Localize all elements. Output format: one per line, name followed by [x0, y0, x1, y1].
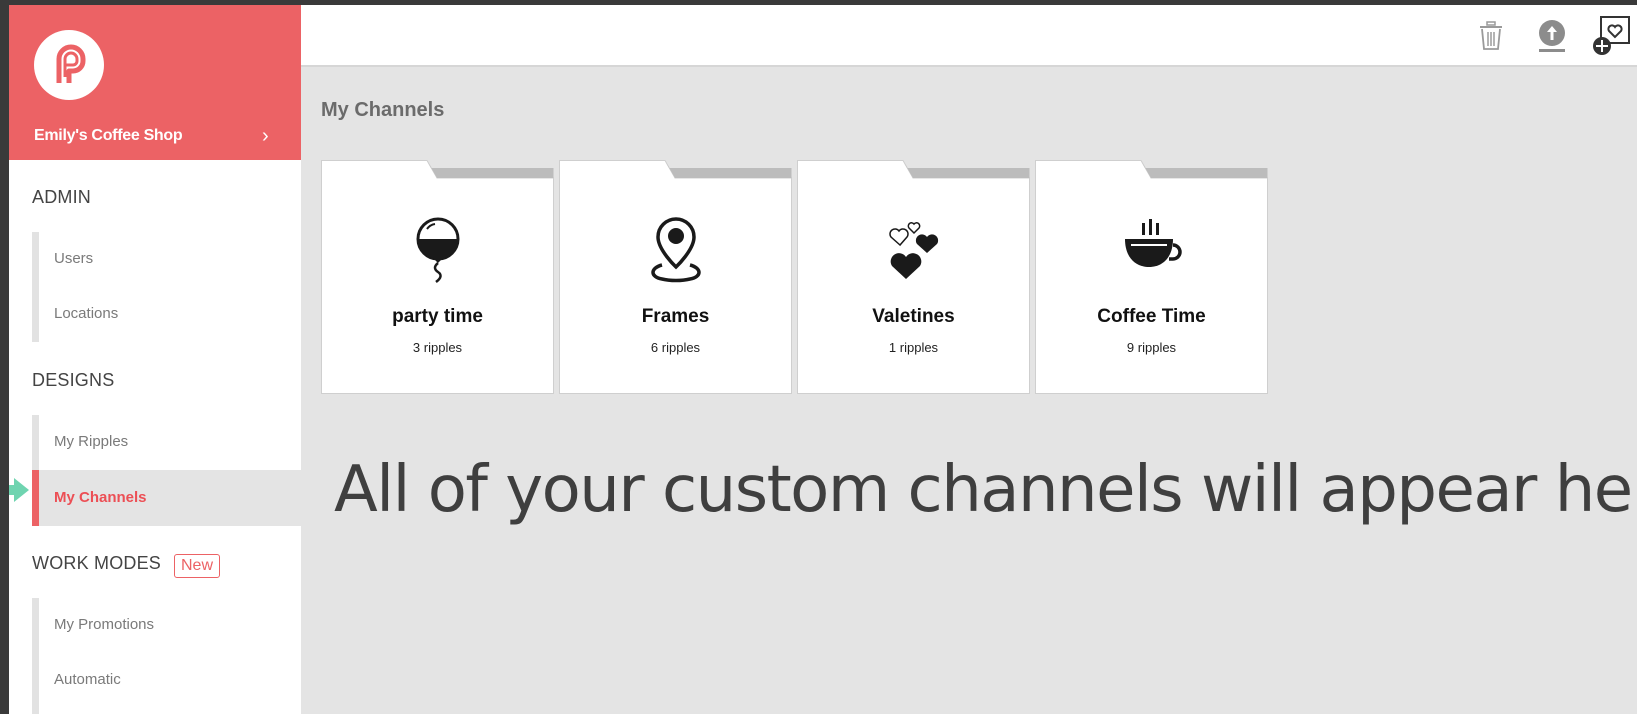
section-designs: DESIGNS	[32, 370, 115, 390]
sidebar-item-locations[interactable]: Locations	[32, 286, 301, 342]
sidebar: Emily's Coffee Shop › ADMIN Users Locati…	[9, 5, 301, 714]
new-badge: New	[174, 554, 221, 578]
channel-card[interactable]: Coffee Time 9 ripples	[1035, 160, 1268, 394]
app-window: Emily's Coffee Shop › ADMIN Users Locati…	[9, 5, 1637, 714]
trash-icon[interactable]	[1478, 21, 1504, 51]
section-work-modes: WORK MODES	[32, 553, 162, 573]
sidebar-item-automatic[interactable]: Automatic	[32, 652, 301, 708]
channel-card[interactable]: party time 3 ripples	[321, 160, 554, 394]
channel-card[interactable]: Frames 6 ripples	[559, 160, 792, 394]
add-channel-icon[interactable]	[1591, 15, 1631, 57]
section-admin: ADMIN	[32, 187, 91, 207]
channels-hint-text: All of your custom channels will appear …	[334, 453, 1637, 527]
location-pin-icon	[559, 215, 792, 285]
logo-icon	[56, 44, 86, 83]
balloon-icon	[321, 215, 554, 285]
channel-card[interactable]: Valetines 1 ripples	[797, 160, 1030, 394]
sidebar-item-my-ripples[interactable]: My Ripples	[32, 414, 301, 470]
channel-name: Frames	[641, 306, 710, 327]
page-title: My Channels	[321, 99, 445, 121]
sidebar-item-my-promotions[interactable]: My Promotions	[32, 597, 301, 653]
pointer-arrow-icon	[9, 478, 29, 502]
channel-name: party time	[392, 306, 483, 327]
ripples-logo	[34, 30, 104, 100]
sidebar-item-my-channels[interactable]: My Channels	[32, 470, 301, 526]
chevron-right-icon[interactable]: ›	[262, 126, 269, 146]
top-toolbar	[301, 5, 1637, 67]
hearts-icon	[797, 215, 1030, 285]
channel-count: 6 ripples	[650, 340, 701, 355]
channel-count: 9 ripples	[1126, 340, 1177, 355]
brand-header[interactable]: Emily's Coffee Shop ›	[9, 5, 301, 160]
channel-name: Coffee Time	[1097, 306, 1206, 327]
brand-name: Emily's Coffee Shop	[34, 127, 183, 144]
upload-icon[interactable]	[1537, 19, 1567, 53]
channel-name: Valetines	[872, 306, 955, 327]
channel-count: 1 ripples	[888, 340, 939, 355]
channel-count: 3 ripples	[412, 340, 463, 355]
coffee-cup-icon	[1035, 215, 1268, 285]
sidebar-item-users[interactable]: Users	[32, 231, 301, 287]
